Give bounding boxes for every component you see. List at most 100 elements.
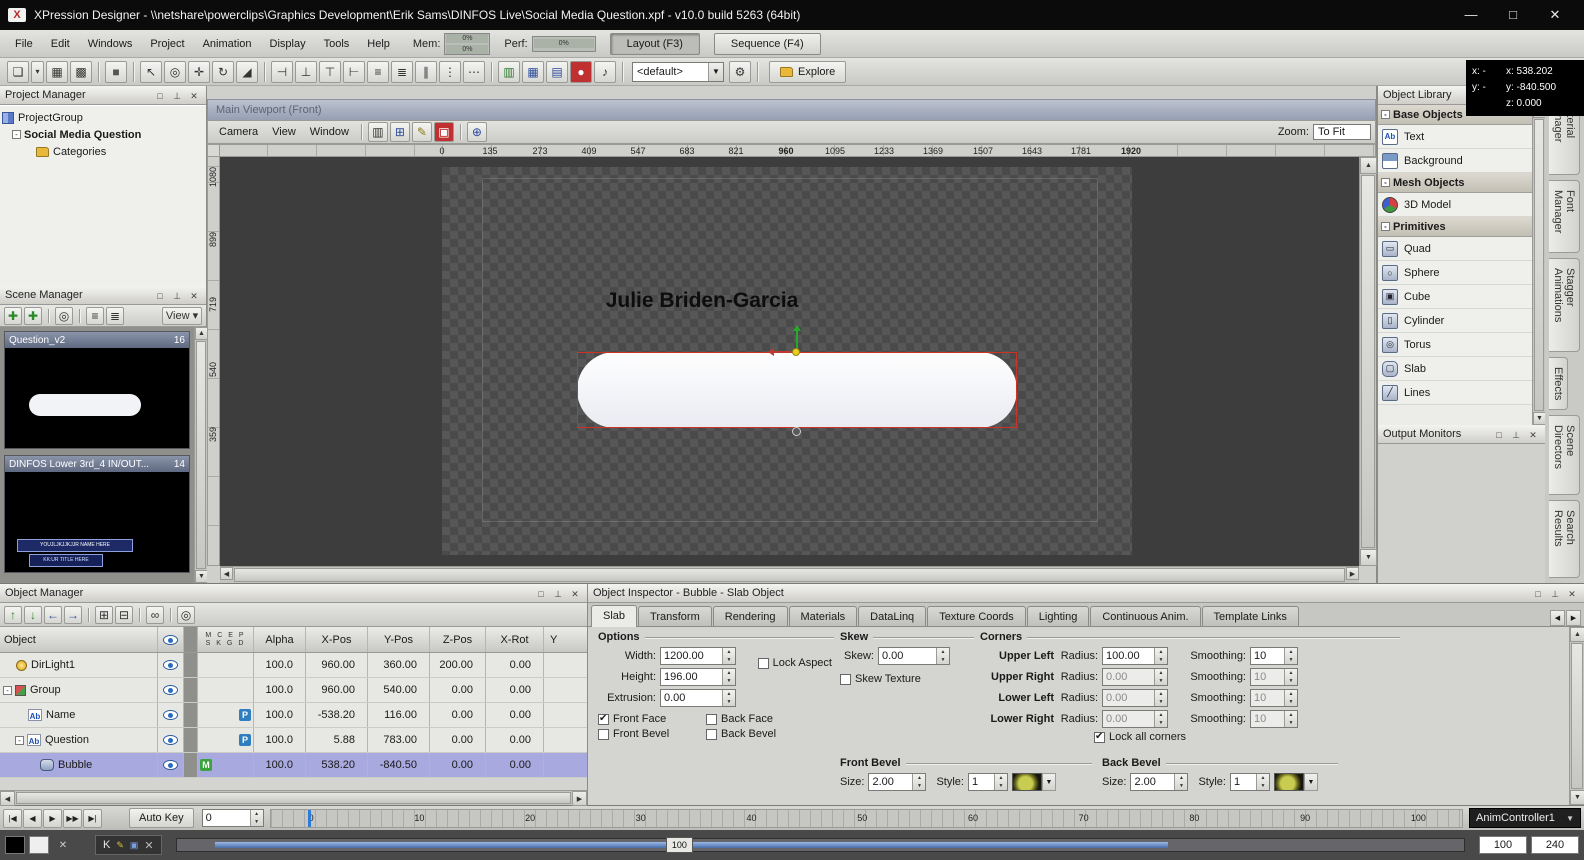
spinner-arrows-icon[interactable]: ▲ ▼	[1174, 774, 1188, 790]
library-item-background[interactable]: Background	[1378, 149, 1532, 173]
library-item-torus[interactable]: ◎ Torus	[1378, 333, 1532, 357]
table-row-question[interactable]: - Question P 100.0 5.88 783.00 0.00 0.00	[0, 728, 587, 753]
align-top-button[interactable]: ⊤	[319, 60, 341, 83]
tree-item-projectgroup[interactable]: ProjectGroup	[2, 109, 204, 126]
add-scene-group-icon[interactable]: ✚	[24, 306, 42, 325]
add-scene-icon[interactable]: ✚	[4, 306, 22, 325]
pin-panel-icon[interactable]: ⊥	[1548, 587, 1562, 600]
object-manager-scrollbar[interactable]: ◀ ▶	[0, 790, 587, 806]
visibility-eye-icon[interactable]	[163, 760, 178, 770]
column-zpos[interactable]: Z-Pos	[430, 627, 486, 652]
align-right-button[interactable]: ⊢	[343, 60, 365, 83]
visibility-eye-icon[interactable]	[163, 710, 178, 720]
search-icon[interactable]: ◎	[55, 306, 73, 325]
preview-button[interactable]: ▥	[498, 60, 520, 83]
tab-stagger-animations[interactable]: Stagger Animations	[1549, 257, 1580, 352]
spinner-arrows-icon[interactable]: ▲ ▼	[722, 690, 735, 706]
view-dropdown[interactable]: View ▾	[162, 306, 202, 325]
scene-thumbnail[interactable]	[5, 348, 189, 448]
grid-icon[interactable]: ⊞	[389, 122, 410, 142]
x-axis-gizmo[interactable]	[768, 348, 794, 356]
menu-tools[interactable]: Tools	[315, 35, 359, 53]
track-scrollbar[interactable]: 100	[175, 837, 1465, 853]
tab-scene-directors[interactable]: Scene Directors	[1549, 415, 1580, 496]
viewport-vertical-scrollbar[interactable]: ▲ ▼	[1359, 157, 1377, 566]
align-left-button[interactable]: ⊣	[271, 60, 293, 83]
skew-texture-checkbox[interactable]: Skew Texture	[840, 673, 921, 685]
tab-font-manager[interactable]: Font Manager	[1549, 180, 1580, 253]
lower-right-smoothing-input[interactable]: 10 ▲ ▼	[1250, 710, 1298, 728]
library-item-cube[interactable]: ▣ Cube	[1378, 285, 1532, 309]
scene-list-scrollbar[interactable]: ▲ ▼	[194, 327, 208, 583]
viewport-canvas[interactable]: Julie Briden-Garcia	[220, 157, 1359, 566]
playhead-marker[interactable]	[307, 809, 311, 827]
float-panel-icon[interactable]: □	[534, 587, 548, 600]
close-icon[interactable]: ✕	[144, 839, 153, 852]
tab-effects[interactable]: Effects	[1549, 356, 1568, 411]
range-in-input[interactable]: 100	[1479, 836, 1527, 854]
extrusion-input[interactable]: 0.00 ▲ ▼	[660, 689, 736, 707]
menu-edit[interactable]: Edit	[42, 35, 79, 53]
collapse-icon[interactable]: -	[1381, 222, 1390, 231]
align-middle-button[interactable]: ≣	[391, 60, 413, 83]
current-frame-input[interactable]: 0 ▲ ▼	[201, 809, 264, 827]
rotation-handle[interactable]	[792, 427, 801, 436]
save-button[interactable]: ▦	[46, 60, 68, 83]
spinner-arrows-icon[interactable]: ▲ ▼	[912, 774, 926, 790]
lower-right-radius-input[interactable]: 0.00 ▲ ▼	[1102, 710, 1168, 728]
audio-button[interactable]: ♪	[594, 60, 616, 83]
render-settings-button[interactable]: ⚙	[729, 60, 751, 83]
distribute-h-button[interactable]: ∥	[415, 60, 437, 83]
scene-title-bar[interactable]: DINFOS Lower 3rd_4 IN/OUT... 14	[5, 456, 189, 472]
explore-button[interactable]: Explore	[769, 60, 847, 83]
outdent-icon[interactable]: ←	[44, 605, 62, 624]
step-back-button[interactable]: ◀	[23, 808, 42, 828]
width-input[interactable]: 1200.00 ▲ ▼	[660, 647, 736, 665]
upper-right-radius-input[interactable]: 0.00 ▲ ▼	[1102, 668, 1168, 686]
table-row-group[interactable]: - Group 100.0 960.00 540.00 0.00 0.00	[0, 678, 587, 703]
tab-template-links[interactable]: Template Links	[1201, 606, 1299, 626]
combobox-arrow-icon[interactable]: ▼	[708, 62, 723, 81]
pin-panel-icon[interactable]: ⊥	[1509, 428, 1523, 441]
spinner-arrows-icon[interactable]: ▲ ▼	[1284, 648, 1297, 664]
section-mesh-objects[interactable]: - Mesh Objects	[1378, 173, 1532, 193]
space-evenly-button[interactable]: ⋯	[463, 60, 485, 83]
move-down-icon[interactable]: ↓	[24, 605, 42, 624]
visibility-eye-icon[interactable]	[163, 735, 178, 745]
scene-thumbnail[interactable]: YOUJLJKJJKJJR NAME HERE KK:UR TITLE HERE	[5, 472, 189, 572]
menu-file[interactable]: File	[6, 35, 42, 53]
scroll-down-icon[interactable]: ▼	[1570, 790, 1584, 805]
column-flags[interactable]: MCEP SKGD	[198, 627, 254, 652]
scrollbar-thumb[interactable]	[234, 568, 1345, 582]
library-item-lines[interactable]: ╱ Lines	[1378, 381, 1532, 405]
menu-camera[interactable]: Camera	[212, 123, 265, 141]
maximize-button[interactable]: □	[1492, 0, 1534, 30]
spinner-arrows-icon[interactable]: ▲ ▼	[1154, 648, 1167, 664]
menu-project[interactable]: Project	[141, 35, 193, 53]
anim-controller-dropdown[interactable]: AnimController1 ▼	[1469, 808, 1581, 828]
grid-toggle-button[interactable]: ▦	[522, 60, 544, 83]
front-bevel-size-input[interactable]: 2.00 ▲ ▼	[868, 773, 927, 791]
visibility-eye-icon[interactable]	[163, 660, 178, 670]
close-icon[interactable]: ✕	[53, 836, 73, 854]
spinner-arrows-icon[interactable]: ▲ ▼	[1284, 711, 1297, 727]
object-library-scrollbar[interactable]: ▲ ▼	[1532, 105, 1546, 425]
scroll-right-icon[interactable]: ▶	[572, 791, 587, 806]
visibility-eye-icon[interactable]	[163, 685, 178, 695]
tabs-scroll-left-icon[interactable]: ◀	[1550, 610, 1565, 626]
library-item-cylinder[interactable]: ▯ Cylinder	[1378, 309, 1532, 333]
go-to-end-button[interactable]: ▶|	[83, 808, 102, 828]
auto-key-button[interactable]: Auto Key	[129, 808, 194, 828]
close-button[interactable]: ✕	[1534, 0, 1576, 30]
float-panel-icon[interactable]: □	[1492, 428, 1506, 441]
link-icon[interactable]: ∞	[146, 605, 164, 624]
collapse-icon[interactable]: -	[12, 130, 21, 139]
globe-icon[interactable]: ⊕	[466, 122, 487, 142]
spinner-arrows-icon[interactable]: ▲ ▼	[1284, 690, 1297, 706]
front-bevel-style-input[interactable]: 1 ▲ ▼	[967, 773, 1008, 791]
close-panel-icon[interactable]: ✕	[1526, 428, 1540, 441]
float-panel-icon[interactable]: □	[153, 89, 167, 102]
back-bevel-dropdown-icon[interactable]: ▼	[1303, 773, 1318, 791]
menu-animation[interactable]: Animation	[194, 35, 261, 53]
distribute-v-button[interactable]: ⋮	[439, 60, 461, 83]
